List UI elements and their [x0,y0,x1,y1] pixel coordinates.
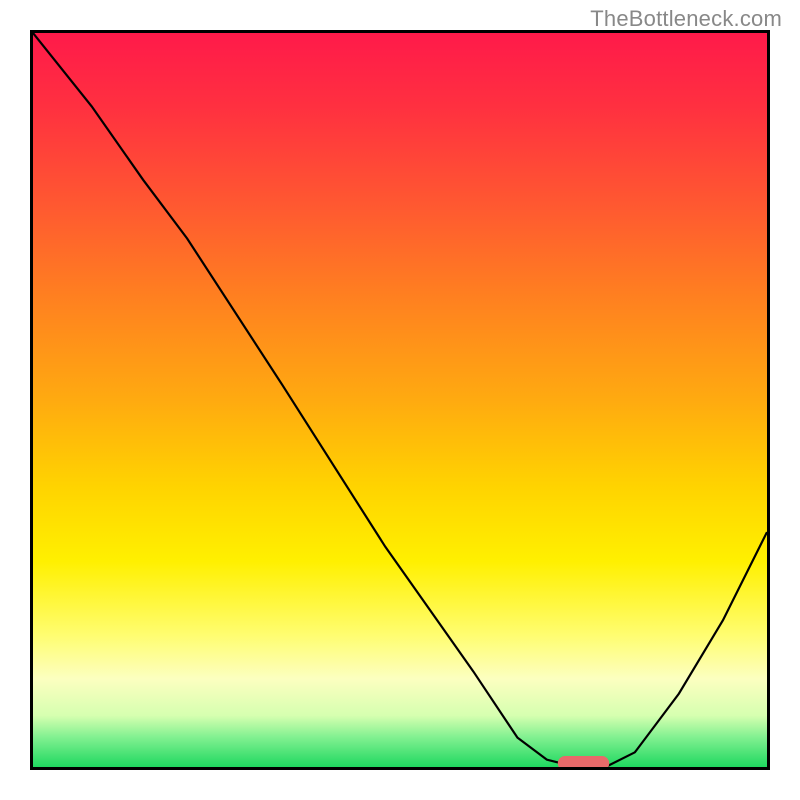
watermark-text: TheBottleneck.com [590,6,782,32]
bottleneck-curve [33,33,767,767]
chart-container: TheBottleneck.com [0,0,800,800]
plot-area [30,30,770,770]
optimal-marker [558,756,609,767]
chart-svg [33,33,767,767]
